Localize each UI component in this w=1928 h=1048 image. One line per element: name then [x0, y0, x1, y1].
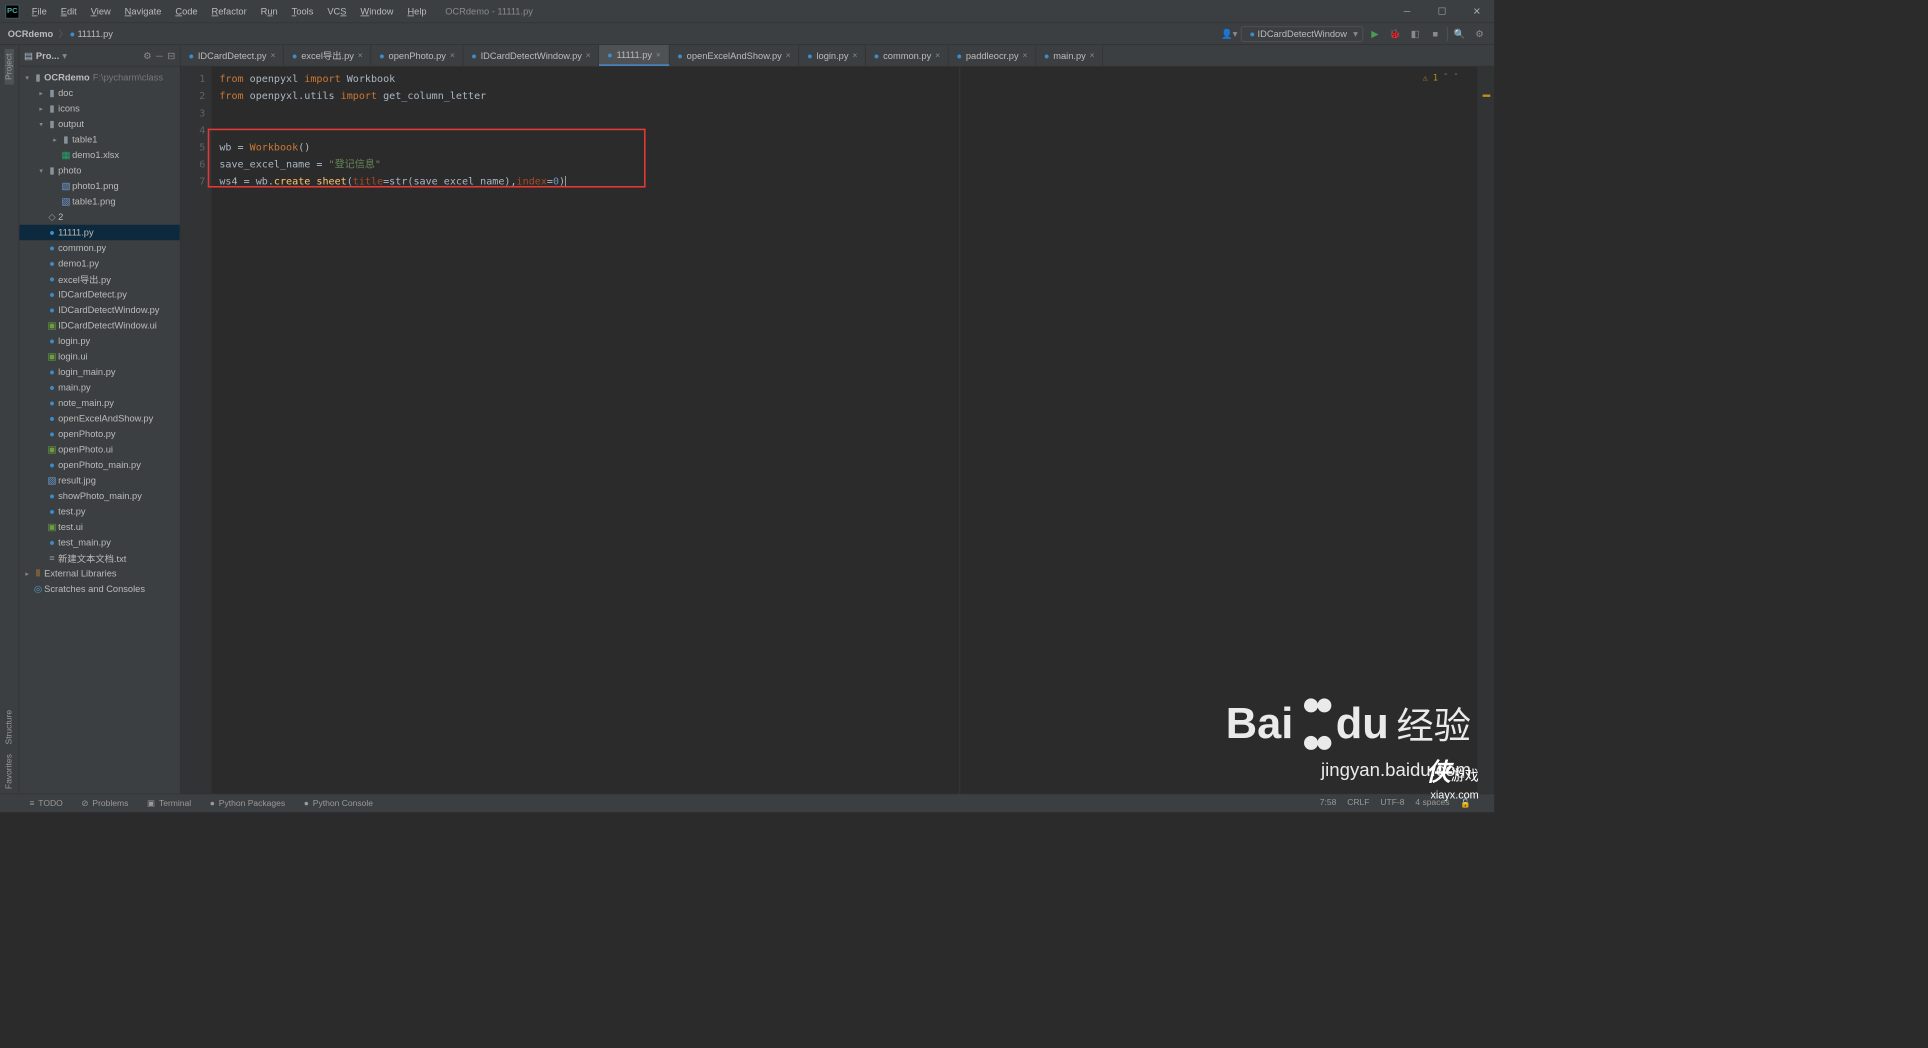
warning-badge[interactable]: ⚠ 1 ˆ ˇ — [1423, 70, 1459, 87]
sidetab-structure[interactable]: Structure — [5, 705, 14, 749]
bottomtab-pypackages[interactable]: ● Python Packages — [202, 798, 293, 808]
editor-tabs: ●IDCardDetect.py× ●excel导出.py× ●openPhot… — [181, 45, 1495, 67]
debug-button[interactable]: 🐞 — [1386, 25, 1403, 42]
tab-idcarddetect[interactable]: ●IDCardDetect.py× — [181, 45, 284, 66]
menu-refactor[interactable]: Refactor — [205, 6, 254, 17]
code-content[interactable]: from openpyxl import Workbook from openp… — [212, 67, 1478, 794]
tree-item-11111[interactable]: ●11111.py — [19, 225, 179, 241]
maximize-button[interactable]: ☐ — [1424, 0, 1459, 23]
breadcrumb-sep: 〉 — [57, 27, 69, 40]
menu-tools[interactable]: Tools — [285, 6, 321, 17]
search-icon[interactable]: 🔍 — [1451, 25, 1468, 42]
left-tool-gutter: Project Structure Favorites — [0, 45, 19, 794]
close-button[interactable]: ✕ — [1459, 0, 1494, 23]
run-config-select[interactable]: ● IDCardDetectWindow ▾ — [1241, 26, 1363, 41]
bottomtab-todo[interactable]: ≡ TODO — [22, 798, 71, 808]
line-gutter[interactable]: 123 456 7 — [181, 67, 212, 794]
gear-icon[interactable]: ⚙ — [143, 50, 151, 61]
menu-edit[interactable]: Edit — [54, 6, 84, 17]
run-button[interactable]: ▶ — [1366, 25, 1383, 42]
settings-icon[interactable]: ⚙ — [1471, 25, 1488, 42]
coverage-button[interactable]: ◧ — [1407, 25, 1424, 42]
tab-openphoto[interactable]: ●openPhoto.py× — [371, 45, 463, 66]
project-title[interactable]: Pro... — [36, 50, 59, 61]
navigation-bar: OCRdemo 〉 ● 11111.py 👤▾ ● IDCardDetectWi… — [0, 23, 1494, 45]
project-panel: ▤ Pro...▾ ⚙ ─ ⊟ ▾▮OCRdemoF:\pycharm\clas… — [19, 45, 180, 794]
bottomtab-terminal[interactable]: ▣ Terminal — [139, 798, 199, 808]
statusbar: ≡ TODO ⊘ Problems ▣ Terminal ● Python Pa… — [0, 794, 1494, 813]
user-icon[interactable]: 👤▾ — [1221, 25, 1238, 42]
sidetab-project[interactable]: Project — [5, 49, 14, 85]
breadcrumb-root[interactable]: OCRdemo — [0, 28, 57, 39]
tab-login[interactable]: ●login.py× — [799, 45, 866, 66]
tab-common[interactable]: ●common.py× — [866, 45, 949, 66]
bottomtab-pyconsole[interactable]: ● Python Console — [296, 798, 381, 808]
minimize-button[interactable]: ─ — [1390, 0, 1425, 23]
tab-paddleocr[interactable]: ●paddleocr.py× — [949, 45, 1036, 66]
tab-excel[interactable]: ●excel导出.py× — [284, 45, 371, 66]
tab-idcardwindow[interactable]: ●IDCardDetectWindow.py× — [463, 45, 599, 66]
project-view-icon[interactable]: ▤ — [24, 50, 33, 61]
menu-window[interactable]: Window — [353, 6, 400, 17]
menu-run[interactable]: Run — [254, 6, 285, 17]
pycharm-logo-icon: PC — [5, 4, 19, 18]
status-encoding[interactable]: UTF-8 — [1380, 798, 1404, 808]
editor: ●IDCardDetect.py× ●excel导出.py× ●openPhot… — [181, 45, 1495, 794]
menu-code[interactable]: Code — [168, 6, 204, 17]
status-pos[interactable]: 7:58 — [1320, 798, 1337, 808]
status-lineending[interactable]: CRLF — [1347, 798, 1369, 808]
menu-file[interactable]: File — [25, 6, 54, 17]
menu-navigate[interactable]: Navigate — [118, 6, 169, 17]
tab-openexcel[interactable]: ●openExcelAndShow.py× — [669, 45, 799, 66]
menu-help[interactable]: Help — [400, 6, 433, 17]
marker-bar[interactable] — [1477, 67, 1494, 794]
collapse-icon[interactable]: ─ — [156, 50, 163, 61]
bottomtab-problems[interactable]: ⊘ Problems — [74, 798, 137, 808]
project-tree[interactable]: ▾▮OCRdemoF:\pycharm\class ▸▮doc ▸▮icons … — [19, 67, 179, 794]
menu-vcs[interactable]: VCS — [320, 6, 353, 17]
window-title: OCRdemo - 11111.py — [445, 6, 533, 17]
sidetab-favorites[interactable]: Favorites — [5, 749, 14, 793]
status-readonly-icon[interactable]: 🔓 — [1460, 798, 1471, 808]
tab-main[interactable]: ●main.py× — [1036, 45, 1103, 66]
menu-view[interactable]: View — [84, 6, 118, 17]
status-indent[interactable]: 4 spaces — [1415, 798, 1449, 808]
breadcrumb-file[interactable]: 11111.py — [77, 28, 113, 39]
tab-11111[interactable]: ●11111.py× — [599, 45, 669, 66]
titlebar: PC File Edit View Navigate Code Refactor… — [0, 0, 1494, 23]
hide-icon[interactable]: ⊟ — [167, 50, 175, 61]
python-file-icon: ● — [70, 28, 76, 39]
stop-button[interactable]: ■ — [1427, 25, 1444, 42]
